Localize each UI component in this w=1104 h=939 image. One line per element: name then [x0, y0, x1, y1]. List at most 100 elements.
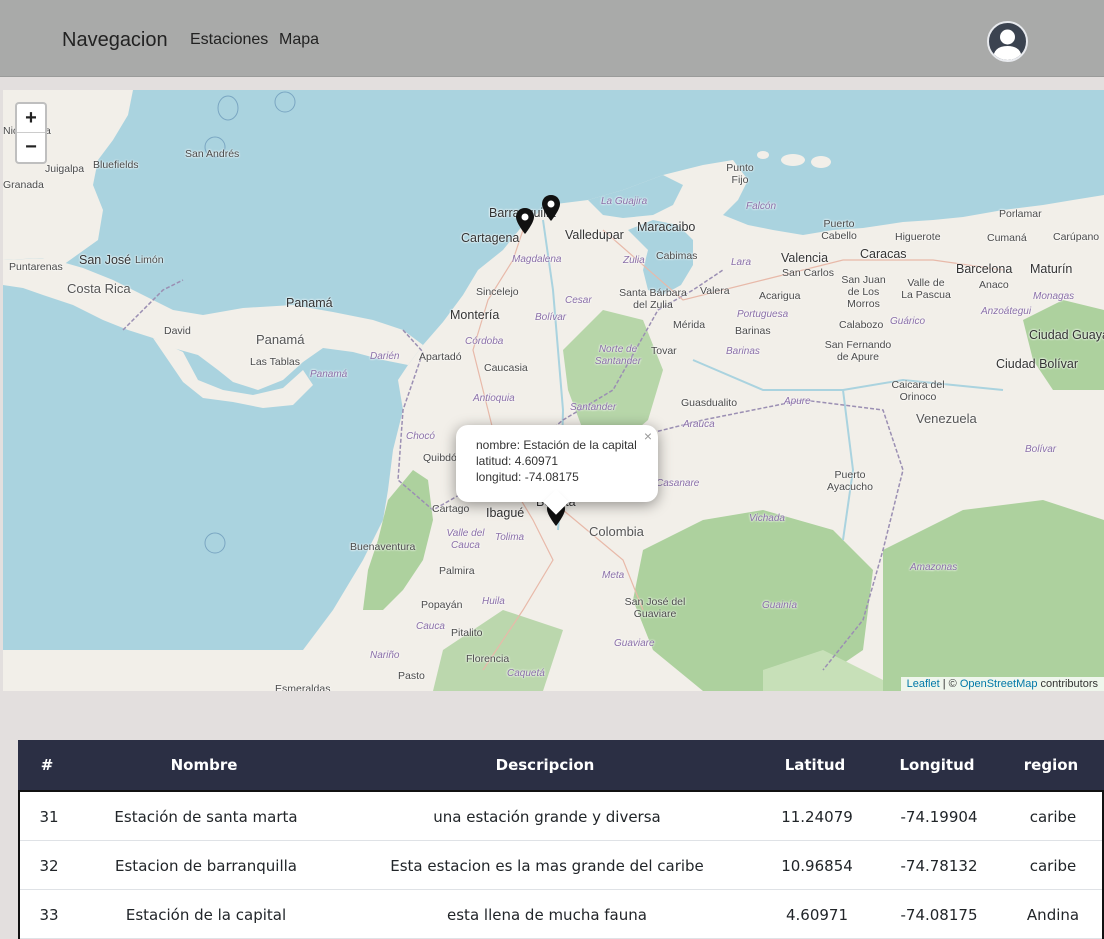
map-label-cumana: Cumaná	[987, 232, 1027, 244]
map-label-santander: Santander	[570, 402, 617, 413]
map-label-valledupar: Valledupar	[565, 228, 624, 242]
map-label-sincelejo: Sincelejo	[476, 286, 519, 298]
map-label-buenaventura: Buenaventura	[350, 541, 416, 553]
map-label-antioquia: Antioquia	[473, 393, 515, 404]
zoom-out-button[interactable]: −	[17, 133, 45, 162]
map-label-san-juan-morros: San Juan de Los Morros	[841, 274, 886, 310]
map-label-san-andres: San Andrés	[185, 148, 240, 160]
zoom-in-button[interactable]: +	[17, 104, 45, 133]
map-label-tolima: Tolima	[495, 532, 525, 543]
attribution-separator: | ©	[939, 678, 960, 690]
map-label-palmira: Palmira	[439, 565, 475, 577]
map-label-monagas: Monagas	[1033, 291, 1075, 302]
map-label-vichada: Vichada	[749, 513, 785, 524]
map-label-portuguesa: Portuguesa	[737, 309, 789, 320]
map-label-anzoategui: Anzoátegui	[981, 306, 1032, 317]
user-avatar-icon[interactable]	[987, 21, 1028, 62]
openstreetmap-link[interactable]: OpenStreetMap	[960, 678, 1038, 690]
column-header-nombre: Nombre	[170, 756, 238, 774]
cell-descripcion: esta llena de mucha fauna	[447, 906, 647, 924]
map-label-panama-city: Panamá	[286, 296, 333, 310]
map-label-norte-santander: Norte de Santander	[594, 344, 642, 367]
map-label-esmeraldas: Esmeraldas	[275, 683, 331, 691]
map-label-bolivar-ve: Bolívar	[1025, 444, 1057, 455]
cell-latitud: 10.96854	[781, 857, 853, 875]
map-label-juigalpa: Juigalpa	[45, 163, 85, 175]
map-label-choco: Chocó	[406, 431, 435, 442]
map-label-apartado: Apartadó	[419, 351, 462, 363]
map-label-pitalito: Pitalito	[451, 627, 483, 639]
cell-longitud: -74.08175	[900, 906, 978, 924]
map-label-maracaibo: Maracaibo	[637, 220, 696, 234]
map-label-colombia: Colombia	[589, 524, 644, 539]
cell-id: 33	[39, 906, 59, 924]
map-label-lara: Lara	[731, 257, 752, 268]
column-header-latitud: Latitud	[784, 756, 846, 774]
attribution-suffix: contributors	[1037, 678, 1098, 690]
station-map[interactable]: Nicaragua Juigalpa Bluefields Granada Sa…	[3, 90, 1104, 691]
nav-link-estaciones[interactable]: Estaciones	[190, 31, 268, 49]
map-label-la-guajira: La Guajira	[601, 196, 648, 207]
popup-latitud: latitud: 4.60971	[476, 454, 559, 468]
map-label-ciudad-guayana: Ciudad Guaya	[1029, 328, 1104, 342]
map-label-acarigua: Acarigua	[759, 290, 801, 302]
navbar-brand[interactable]: Navegacion	[62, 29, 168, 52]
map-label-san-jose-cr: San José	[79, 253, 132, 267]
map-label-valencia: Valencia	[781, 251, 829, 265]
map-label-san-fernando: San Fernando de Apure	[824, 339, 892, 363]
map-label-costa-rica: Costa Rica	[67, 281, 131, 296]
map-label-popayan: Popayán	[421, 599, 463, 611]
navbar: Navegacion Estaciones Mapa	[0, 0, 1104, 77]
table-row[interactable]: 33 Estación de la capital esta llena de …	[20, 890, 1102, 939]
map-label-narino: Nariño	[370, 650, 400, 661]
map-label-tovar: Tovar	[651, 345, 677, 357]
map-label-barinas-city: Barinas	[735, 325, 771, 337]
map-label-guaviare: Guaviare	[614, 638, 655, 649]
map-label-florencia: Florencia	[466, 653, 510, 665]
map-label-monteria: Montería	[450, 308, 500, 322]
map-label-barcelona: Barcelona	[956, 262, 1013, 276]
table-row[interactable]: 31 Estación de santa marta una estación …	[20, 792, 1102, 841]
map-label-valera: Valera	[700, 285, 730, 297]
map-label-cabimas: Cabimas	[656, 250, 698, 262]
map-label-calabozo: Calabozo	[839, 319, 884, 331]
map-label-carupano: Carúpano	[1053, 231, 1100, 243]
map-label-caicara: Caicara del Orinoco	[891, 379, 945, 403]
map-label-darien: Darién	[370, 351, 400, 362]
map-label-maturin: Maturín	[1030, 262, 1073, 276]
map-attribution: Leaflet | © OpenStreetMap contributors	[900, 677, 1104, 691]
map-label-cartagena: Cartagena	[461, 231, 520, 245]
table-row[interactable]: 32 Estacion de barranquilla Esta estacio…	[20, 841, 1102, 890]
marker-popup: × nombre: Estación de la capital latitud…	[456, 425, 658, 515]
map-label-punto-fijo: Punto Fijo	[726, 162, 754, 186]
map-label-casanare: Casanare	[656, 478, 700, 489]
cell-region: caribe	[1029, 808, 1077, 826]
map-marker-santa-marta[interactable]	[541, 195, 561, 221]
cell-nombre: Estación de la capital	[125, 906, 287, 924]
nav-link-mapa[interactable]: Mapa	[279, 31, 319, 49]
map-label-cartago: Cartago	[432, 503, 470, 515]
stations-table: # Nombre Descripcion Latitud Longitud re…	[18, 740, 1104, 939]
map-label-bolivar-co: Bolívar	[535, 312, 567, 323]
map-label-amazonas: Amazonas	[910, 562, 958, 573]
map-label-cesar: Cesar	[565, 295, 592, 306]
map-label-granada: Granada	[3, 179, 44, 191]
map-label-ciudad-bolivar: Ciudad Bolívar	[996, 357, 1078, 371]
cell-region: Andina	[1026, 906, 1080, 924]
cell-descripcion: Esta estacion es la mas grande del carib…	[390, 857, 704, 875]
map-label-limon: Limón	[135, 254, 164, 266]
map-label-panama-country: Panamá	[256, 332, 305, 347]
map-label-quibdo: Quibdó	[423, 452, 457, 464]
map-marker-barranquilla[interactable]	[515, 208, 535, 234]
cell-region: caribe	[1029, 857, 1077, 875]
cell-latitud: 11.24079	[781, 808, 853, 826]
map-label-puerto-cabello: Puerto Cabello	[821, 218, 857, 242]
popup-close-icon[interactable]: ×	[644, 428, 652, 444]
column-header-region: region	[1023, 756, 1079, 774]
map-label-zulia: Zulia	[623, 255, 645, 266]
cell-descripcion: una estación grande y diversa	[433, 808, 661, 826]
column-header-id: #	[40, 756, 54, 774]
map-label-san-carlos: San Carlos	[782, 267, 834, 279]
cell-id: 31	[39, 808, 59, 826]
leaflet-link[interactable]: Leaflet	[907, 678, 940, 690]
